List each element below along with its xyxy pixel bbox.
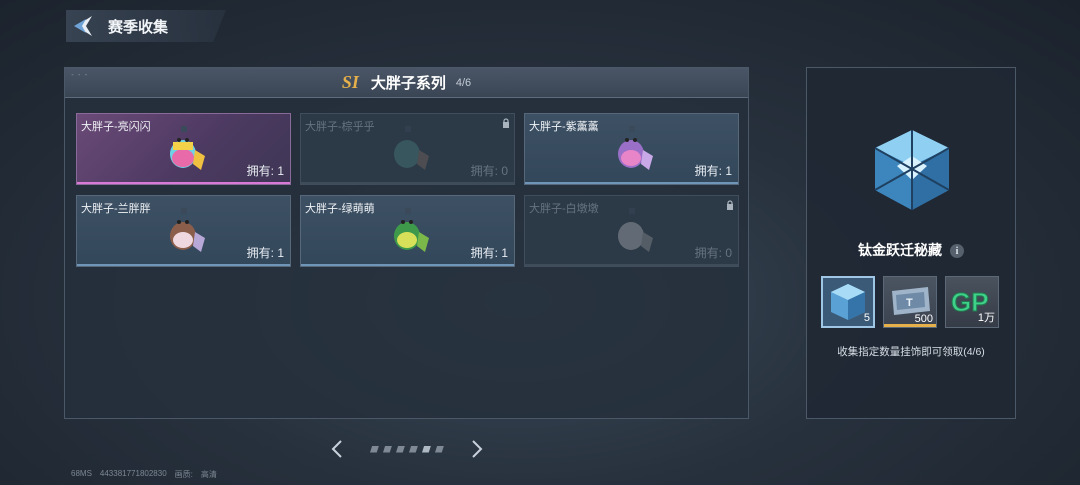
info-icon[interactable]: i [950,244,964,259]
back-button[interactable] [66,10,100,42]
collection-card[interactable]: 大胖子-白墩墩 拥有: 0 [524,195,739,267]
panel-header: ⁃ ⁃ ⁃ SI 大胖子系列 4/6 [65,68,748,98]
card-underline [301,182,514,184]
card-underline [301,264,514,266]
card-name: 大胖子-紫薰薰 [529,121,599,133]
pendant-figure-icon [170,126,205,170]
card-name: 大胖子-兰胖胖 [81,203,151,215]
card-underline [525,264,738,266]
chevron-left-icon [331,440,342,458]
top-bar: 赛季收集 [66,10,226,42]
uid-text: 443381771802830 [99,469,167,478]
crystal-cube-icon[interactable] [867,126,957,214]
reward-item-qty: 1万 [977,312,995,324]
reward-item-crystal[interactable]: 5 [821,276,875,328]
card-name: 大胖子-白墩墩 [529,203,599,215]
prev-page-button[interactable] [330,438,344,460]
card-name: 大胖子-亮闪闪 [81,121,151,133]
collection-panel: ⁃ ⁃ ⁃ SI 大胖子系列 4/6 大胖子-亮闪闪 拥有: 1 大胖子-棕乎乎 [64,67,749,419]
page-dot[interactable] [370,445,379,453]
page-dot[interactable] [396,445,405,453]
card-owned-count: 拥有: 1 [470,246,508,260]
page-indicator [370,445,444,453]
back-arrow-icon [74,16,92,36]
pendant-figure-icon [394,208,429,252]
header-decoration: ⁃ ⁃ ⁃ [71,73,89,79]
collection-grid: 大胖子-亮闪闪 拥有: 1 大胖子-棕乎乎 拥有: 0 大胖子-紫薰薰 拥有: … [76,113,739,267]
chevron-right-icon [472,440,483,458]
page-dot[interactable] [435,445,444,453]
card-owned-count: 拥有: 1 [246,246,284,260]
card-owned-count: 拥有: 0 [470,164,508,178]
page-title: 赛季收集 [108,18,169,36]
status-footer: 68MS 443381771802830 画质: 高清 [71,469,217,480]
reward-item-gp[interactable]: GP 1万 [945,276,999,328]
reward-item-qty: 5 [863,312,870,324]
pendant-figure-icon [170,208,205,252]
reward-description: 收集指定数量挂饰即可领取(4/6) [837,346,985,358]
ping-text: 68MS [71,469,92,478]
card-name: 大胖子-绿萌萌 [305,203,375,215]
page-dot[interactable] [422,445,431,453]
collection-card[interactable]: 大胖子-亮闪闪 拥有: 1 [76,113,291,185]
series-title: 大胖子系列 [370,75,446,92]
card-owned-count: 拥有: 0 [694,246,732,260]
collection-card[interactable]: 大胖子-紫薰薰 拥有: 1 [524,113,739,185]
collection-card[interactable]: 大胖子-棕乎乎 拥有: 0 [300,113,515,185]
pendant-figure-icon [394,126,429,170]
card-underline [77,264,290,266]
reward-item-ticket[interactable]: T 500 [883,276,937,328]
card-owned-count: 拥有: 1 [246,164,284,178]
quality-label: 画质: [174,470,193,479]
reward-items: 5 T 500 GP 1万 [821,276,999,328]
lock-icon [727,200,733,210]
page-dot[interactable] [409,445,418,453]
page-dot[interactable] [383,445,392,453]
card-name: 大胖子-棕乎乎 [305,121,375,133]
next-page-button[interactable] [470,438,484,460]
item-rarity-line [884,324,936,327]
svg-text:T: T [906,297,913,309]
reward-panel: 钛金跃迁秘藏 i 5 T 500 GP 1万 收集指定数量挂饰即可领取(4/6) [806,67,1016,419]
card-owned-count: 拥有: 1 [694,164,732,178]
pendant-figure-icon [618,126,653,170]
card-underline [525,182,738,184]
pagination [330,437,490,461]
reward-name: 钛金跃迁秘藏 [858,242,942,258]
collection-card[interactable]: 大胖子-兰胖胖 拥有: 1 [76,195,291,267]
card-underline [77,182,290,184]
quality-value: 高清 [200,470,217,479]
season-badge: SI [341,72,359,92]
lock-icon [503,118,509,128]
reward-name-row: 钛金跃迁秘藏 i [807,240,1015,260]
series-count: 4/6 [455,76,472,89]
collection-card[interactable]: 大胖子-绿萌萌 拥有: 1 [300,195,515,267]
pendant-figure-icon [618,208,653,252]
